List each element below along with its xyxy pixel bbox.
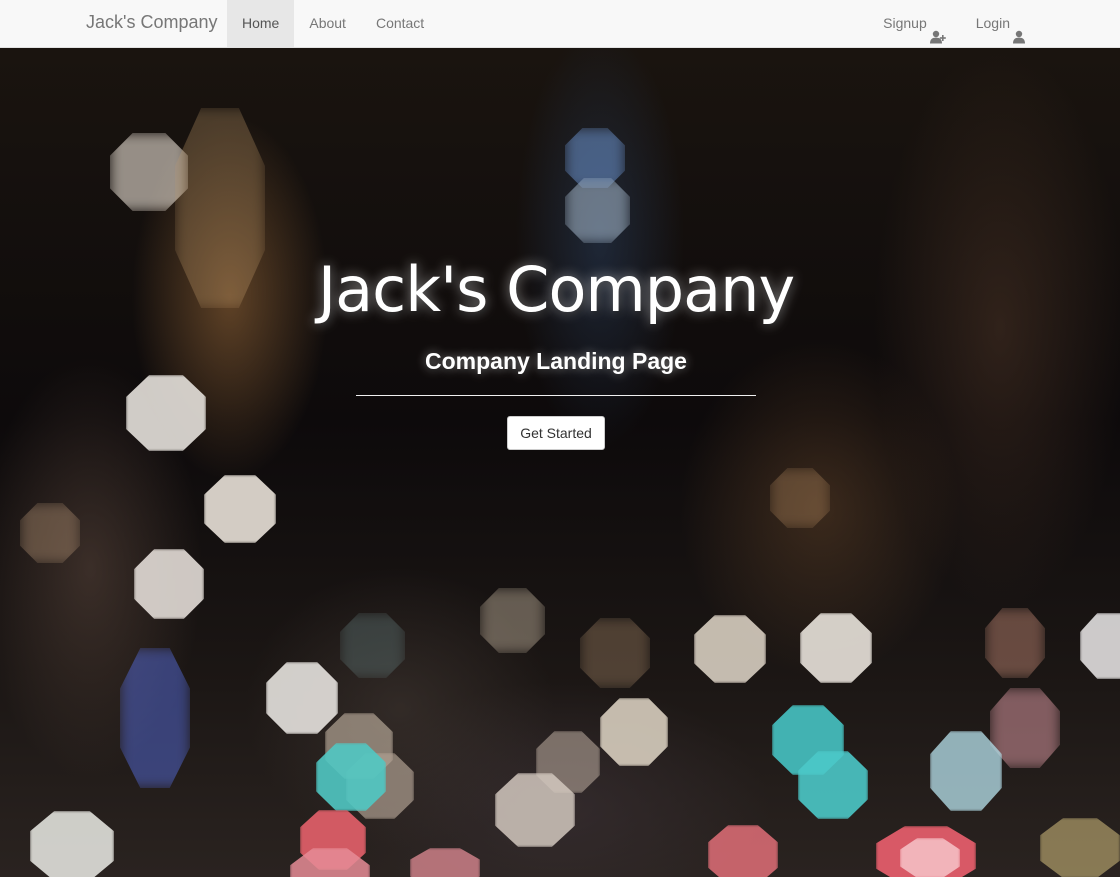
bokeh-light [985,608,1045,678]
nav-item-signup[interactable]: Signup [868,0,961,47]
bokeh-light [708,825,778,877]
nav-item-contact[interactable]: Contact [361,0,439,47]
nav-item-label: Login [975,15,1010,31]
bokeh-light [120,648,190,788]
nav-item-home[interactable]: Home [227,0,295,47]
nav-account-links: Signup Login [868,0,1040,47]
navbar-brand[interactable]: Jack's Company [86,0,217,47]
nav-links: Home About Contact [227,0,439,47]
bokeh-light [798,751,868,819]
hero-title: Jack's Company [317,253,795,326]
bokeh-light [694,615,766,683]
bokeh-light [410,848,480,877]
bokeh-light [900,838,960,877]
bokeh-light [340,613,405,678]
bokeh-light [30,811,114,877]
nav-item-about[interactable]: About [294,0,361,47]
hero-section: Jack's Company Company Landing Page Get … [0,48,1120,877]
hero-divider [356,395,756,396]
bokeh-light [930,731,1002,811]
bokeh-light [1040,818,1120,877]
bokeh-light [1080,613,1120,679]
bokeh-light [134,549,204,619]
bokeh-light [770,468,830,528]
nav-item-label: Signup [883,15,927,31]
nav-item-label: About [309,15,346,31]
user-plus-icon [929,17,946,43]
bokeh-light [580,618,650,688]
bokeh-light [480,588,545,653]
bokeh-light [316,743,386,811]
nav-item-login[interactable]: Login [961,0,1040,47]
user-icon [1013,17,1025,43]
hero-subtitle: Company Landing Page [425,348,687,374]
bokeh-light [20,503,80,563]
bokeh-light [800,613,872,683]
top-navbar: Jack's Company Home About Contact Signup [0,0,1120,48]
bokeh-light [565,178,630,243]
nav-item-label: Contact [375,15,425,31]
bokeh-light [600,698,668,766]
bokeh-light [126,375,206,451]
bokeh-light [204,475,276,543]
bokeh-light [495,773,575,847]
get-started-button[interactable]: Get Started [507,416,605,450]
nav-item-label: Home [242,15,280,31]
bokeh-light [266,662,338,734]
